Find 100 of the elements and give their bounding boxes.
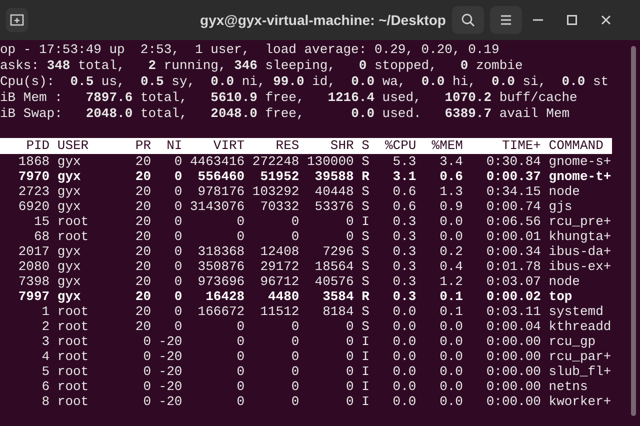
new-tab-icon (10, 14, 24, 26)
column-header: PID (25, 138, 50, 154)
search-icon (461, 13, 475, 27)
table-cell-text: 0 (173, 199, 182, 214)
table-cell-text: 0.0 (438, 364, 463, 379)
table-cell-text: root (56, 304, 90, 319)
table-cell-text: root (56, 229, 90, 244)
table-cell-text: 0 (142, 364, 151, 379)
table-cell-text: 0 (236, 319, 245, 334)
table-cell-text: 0 (344, 214, 354, 229)
table-cell-text: 18564 (314, 259, 354, 274)
search-button[interactable] (452, 6, 484, 34)
table-cell-text: 0 (290, 319, 300, 334)
table-cell-text: 0.0 (392, 334, 416, 349)
table-cell-text: ibus-ex+ (548, 259, 612, 274)
table-cell-text: 3.1 (392, 169, 416, 184)
table-cell-text: -20 (158, 394, 182, 409)
table-cell-text: 0.0 (392, 379, 416, 394)
table-cell-text: 40448 (314, 184, 354, 199)
table-cell-text: root (56, 394, 90, 409)
table-cell-text: 6 (40, 379, 50, 394)
table-cell-text: 0 (290, 214, 300, 229)
summary-line: Cpu(s): 0.5 us, 0.5 sy, 0.0 ni, 99.0 id, 0.0 wa, 0.0 hi, 0.0 si, 0.0 st (0, 74, 610, 90)
table-cell-text: 0.6 (438, 169, 463, 184)
table-cell-text: root (56, 364, 90, 379)
table-cell-text: root (56, 214, 90, 229)
minimize-icon[interactable] (533, 19, 543, 21)
table-cell-text: 0.1 (438, 304, 463, 319)
maximize-icon[interactable] (567, 15, 577, 25)
table-cell-text: 4463416 (189, 154, 245, 169)
table-cell-text: 0 (344, 364, 354, 379)
summary-line: iB Swap: 2048.0 total, 2048.0 free, 0.0 used. 6389.7 avail Mem (0, 106, 571, 122)
table-cell-text: 0 (173, 319, 182, 334)
table-cell-text: 0.0 (392, 349, 416, 364)
column-header: TIME+ (500, 138, 541, 154)
table-cell-text: 8 (40, 394, 50, 409)
table-cell-text: 7970 (17, 169, 50, 184)
table-cell-text: 0.6 (392, 199, 416, 214)
table-cell-text: S (360, 184, 370, 199)
table-cell-text: 2080 (17, 259, 50, 274)
table-cell-text: 20 (134, 169, 151, 184)
table-cell-text: 103292 (251, 184, 300, 199)
table-cell-text: 0 (290, 334, 300, 349)
table-cell-text: gyx (56, 244, 82, 259)
table-cell-text: S (360, 319, 370, 334)
new-tab-button[interactable] (6, 8, 28, 32)
table-cell-text: 0 (236, 379, 245, 394)
table-cell-text: ibus-da+ (548, 244, 612, 259)
table-cell-text: khungta+ (548, 229, 612, 244)
table-cell-text: 0 (344, 394, 354, 409)
table-cell-text: I (360, 379, 370, 394)
table-cell-text: gyx (56, 184, 82, 199)
table-cell-text: 7997 (17, 289, 50, 304)
table-cell-text: top (548, 289, 572, 304)
summary-line: op - 17:53:49 up 2:53, 1 user, load average: 0.29, 0.20, 0.19 (0, 42, 500, 58)
table-cell-text: 0 (173, 154, 182, 169)
table-cell-text: 0 (236, 349, 245, 364)
table-cell-text: gnome-s+ (548, 154, 612, 169)
table-cell-text: 2723 (17, 184, 50, 199)
table-cell-text: 1.3 (438, 184, 463, 199)
table-cell-text: 166672 (196, 304, 245, 319)
table-cell-text: 16428 (204, 289, 245, 304)
table-cell-text: I (360, 334, 370, 349)
table-cell-text: slub_fl+ (548, 364, 612, 379)
table-cell-text: 0 (142, 334, 151, 349)
column-header: %MEM (430, 138, 463, 154)
table-cell-text: 0 (344, 319, 354, 334)
table-cell-text: S (360, 259, 370, 274)
table-cell-text: 68 (32, 229, 50, 244)
table-cell-text: 96712 (259, 274, 300, 289)
table-cell-text: 0 (173, 214, 182, 229)
table-cell-text: 3 (40, 334, 50, 349)
table-cell-text: 0 (236, 394, 245, 409)
table-cell-text: 0:00.37 (485, 169, 541, 184)
table-cell-text: 0:00.04 (485, 319, 541, 334)
table-cell-text: 4480 (266, 289, 300, 304)
table-cell-text: -20 (158, 379, 182, 394)
window-title: gyx@gyx-virtual-machine: ~/Desktop (199, 10, 447, 30)
table-cell-text: S (360, 229, 370, 244)
table-cell-text: 130000 (306, 154, 354, 169)
table-cell-text: 0.3 (392, 244, 416, 259)
menu-button[interactable] (490, 6, 522, 34)
table-cell-text: 0 (290, 364, 300, 379)
table-cell-text: 20 (134, 289, 151, 304)
table-cell-text: 0.3 (392, 214, 416, 229)
table-cell-text: 978176 (196, 184, 245, 199)
table-cell-text: 0.0 (438, 379, 463, 394)
table-cell-text: gnome-t+ (548, 169, 612, 184)
table-cell-text: 29172 (259, 259, 300, 274)
table-cell-text: 0:01.78 (485, 259, 541, 274)
table-cell-text: 0 (173, 289, 182, 304)
scrollbar[interactable] (631, 46, 636, 416)
table-cell-text: 20 (134, 184, 151, 199)
table-cell-text: 0:00.00 (485, 379, 541, 394)
close-icon[interactable] (601, 15, 611, 25)
table-cell-text: 0.0 (438, 214, 463, 229)
table-cell-text: 0 (142, 379, 151, 394)
table-cell-text: 0 (290, 229, 300, 244)
table-cell-text: I (360, 349, 370, 364)
table-cell-text: 350876 (196, 259, 245, 274)
